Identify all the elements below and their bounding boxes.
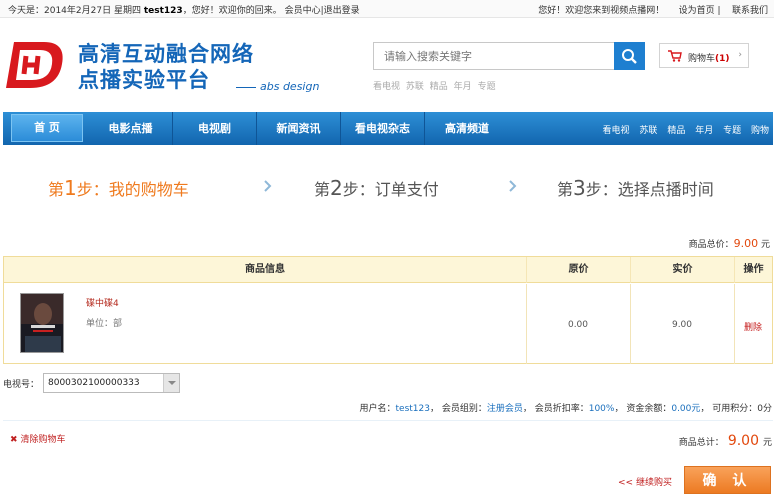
cart-count: (1) (715, 54, 730, 64)
nav-quick-links: 看电视 苏联 精品 年月 专题 购物 (596, 123, 769, 136)
product-unit: 单位：部 (86, 319, 123, 329)
total-value: 9.00 (727, 433, 759, 449)
username-value: test123 (395, 404, 430, 414)
tv-number-select[interactable]: 8000302100000333 (43, 373, 180, 393)
top-bar-right: 您好！欢迎您来到视频点播网！ 设为首页 | 联系我们 (538, 3, 768, 16)
tv-number-label: 电视号： (3, 380, 40, 390)
logout-link[interactable]: 退出登录 (324, 6, 360, 16)
hot-keywords: 看电视 苏联 精品 年月 专题 (373, 79, 499, 92)
step-label: 步：选择点播时间 (585, 180, 714, 199)
hotword-link[interactable]: 专题 (478, 82, 496, 92)
chevron-right-icon (264, 180, 272, 192)
cart-button[interactable]: 购物车(1) › (659, 43, 749, 68)
nav-link[interactable]: 精品 (667, 126, 685, 136)
date-text: 今天是：2014年2月27日 星期四 (8, 6, 141, 16)
continue-shopping-link[interactable]: << 继续购买 (618, 475, 672, 488)
brand-subtitle: abs design (236, 80, 319, 93)
delete-link[interactable]: 删除 (734, 320, 772, 333)
step-number: 3 (573, 176, 586, 200)
step-prefix: 第 (48, 180, 65, 199)
clear-cart-label: 清除购物车 (20, 435, 66, 445)
step-prefix: 第 (557, 180, 574, 199)
search-input[interactable] (373, 42, 615, 70)
divider (3, 420, 773, 421)
total-price-bottom: 商品总计： 9.00 元 (679, 433, 772, 449)
cart-table: 商品信息 原价 实价 操作 碟中碟4 单位：部 0.00 9.00 删除 (3, 256, 773, 364)
top-bar-left: 今天是：2014年2月27日 星期四 test123，您好！欢迎你的回来。 会员… (8, 3, 360, 16)
contact-link[interactable]: 联系我们 (732, 6, 768, 16)
step-number: 1 (64, 176, 77, 200)
balance-value: 0.00元 (671, 404, 701, 414)
column-header: 商品信息 (245, 264, 285, 275)
username-label: 用户名： (359, 404, 396, 414)
cart-label: 购物车 (688, 54, 716, 64)
nav-item-hd-channel[interactable]: 高清频道 (425, 112, 509, 145)
confirm-button[interactable]: 确 认 (684, 466, 771, 494)
total-label: 商品总价： (688, 240, 734, 250)
greeting-text: ，您好！欢迎你的回来。 (182, 6, 282, 16)
top-bar: 今天是：2014年2月27日 星期四 test123，您好！欢迎你的回来。 会员… (0, 0, 774, 18)
member-center-link[interactable]: 会员中心 (285, 6, 321, 16)
brand-title-line2: 点播实验平台 (78, 68, 210, 92)
welcome-text: 您好！欢迎您来到视频点播网！ (538, 6, 665, 16)
total-value: 9.00 (733, 237, 759, 250)
discount-label: ， 会员折扣率： (522, 404, 589, 414)
hotword-link[interactable]: 年月 (454, 82, 472, 92)
username-text: test123 (143, 6, 183, 16)
search-icon (622, 49, 637, 64)
table-header: 商品信息 原价 实价 操作 (4, 257, 772, 283)
nav-item-movies[interactable]: 电影点播 (89, 112, 173, 145)
hotword-link[interactable]: 精品 (430, 82, 448, 92)
column-header: 操作 (734, 257, 772, 283)
step-label: 步：订单支付 (342, 180, 439, 199)
total-label: 商品总计： (678, 438, 724, 448)
nav-link[interactable]: 看电视 (603, 126, 630, 136)
divider: | (717, 6, 721, 16)
step-3: 第3步：选择点播时间 (557, 176, 714, 200)
points-label: ， 可用积分： (700, 404, 758, 414)
nav-item-news[interactable]: 新闻资讯 (257, 112, 341, 145)
nav-link[interactable]: 专题 (723, 126, 741, 136)
original-price: 0.00 (567, 320, 589, 330)
chevron-right-icon (509, 180, 517, 192)
step-prefix: 第 (314, 180, 331, 199)
nav-link[interactable]: 购物 (751, 126, 769, 136)
logo-icon[interactable] (4, 38, 70, 92)
total-unit: 元 (762, 438, 772, 448)
column-header: 原价 (526, 257, 630, 283)
clear-cart-link[interactable]: ✖ 清除购物车 (10, 432, 66, 445)
step-label: 步：我的购物车 (76, 180, 189, 199)
nav-link[interactable]: 苏联 (639, 126, 657, 136)
points-value: 0分 (757, 404, 772, 414)
total-unit: 元 (760, 240, 770, 250)
table-row: 碟中碟4 单位：部 0.00 9.00 删除 (4, 284, 772, 364)
discount-value: 100% (588, 404, 615, 414)
main-nav: 首 页 电影点播 电视剧 新闻资讯 看电视杂志 高清频道 看电视 苏联 精品 年… (3, 112, 773, 145)
search-button[interactable] (614, 42, 645, 70)
dropdown-arrow-icon (163, 374, 179, 392)
step-1: 第1步：我的购物车 (48, 176, 189, 200)
movie-poster[interactable] (20, 293, 64, 353)
close-icon: ✖ (10, 435, 18, 445)
total-price-top: 商品总价：9.00 元 (689, 237, 770, 250)
product-name-link[interactable]: 碟中碟4 (86, 296, 119, 309)
step-number: 2 (330, 176, 343, 200)
hotword-link[interactable]: 看电视 (373, 82, 400, 92)
tv-number-value: 8000302100000333 (48, 378, 140, 388)
nav-link[interactable]: 年月 (695, 126, 713, 136)
balance-label: ， 资金余额： (614, 404, 672, 414)
group-value: 注册会员 (486, 404, 523, 414)
hotword-link[interactable]: 苏联 (406, 82, 424, 92)
group-label: ， 会员组别： (429, 404, 487, 414)
nav-item-tv-series[interactable]: 电视剧 (173, 112, 257, 145)
nav-item-home[interactable]: 首 页 (11, 114, 83, 142)
column-header: 实价 (630, 257, 734, 283)
chevron-right-icon: › (738, 50, 742, 60)
step-2: 第2步：订单支付 (314, 176, 439, 200)
set-home-link[interactable]: 设为首页 (679, 6, 715, 16)
cart-icon (668, 50, 682, 62)
actual-price: 9.00 (671, 320, 693, 330)
user-info: 用户名：test123， 会员组别：注册会员， 会员折扣率：100%， 资金余额… (359, 401, 772, 414)
nav-item-magazine[interactable]: 看电视杂志 (341, 112, 425, 145)
